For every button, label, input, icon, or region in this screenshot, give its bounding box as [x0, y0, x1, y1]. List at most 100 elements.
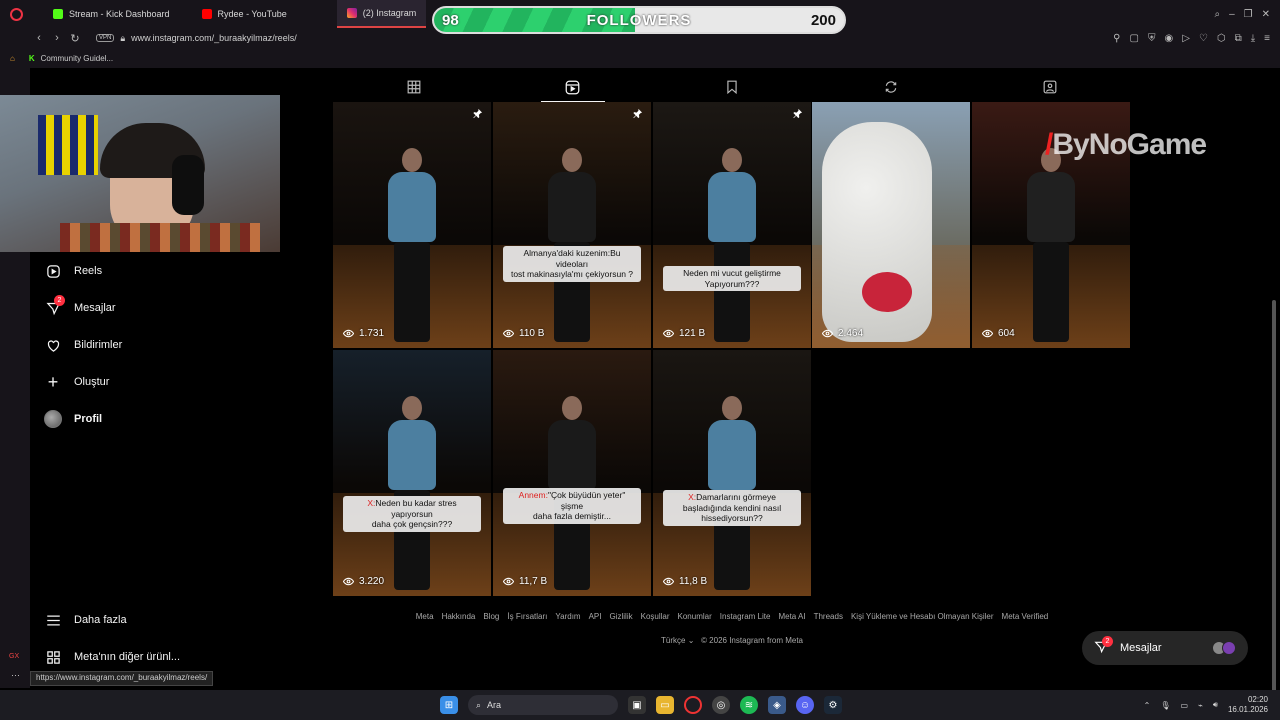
bookmark-community[interactable]: Community Guidel... [41, 54, 113, 63]
tab-reels[interactable] [493, 72, 652, 102]
sidebar-item-reels[interactable]: Reels [44, 262, 102, 280]
display-icon[interactable]: ▭ [1181, 701, 1189, 710]
sidebar-item-more[interactable]: Daha fazla [44, 611, 127, 629]
language-select[interactable]: Türkçe ⌄ [661, 636, 694, 645]
footer-link[interactable]: Meta AI [778, 612, 805, 621]
minimize-icon[interactable]: – [1229, 9, 1235, 20]
footer-link[interactable]: Meta Verified [1002, 612, 1049, 621]
steam-icon[interactable]: ⚙ [824, 696, 842, 714]
wallet-icon[interactable]: ◉ [1164, 33, 1173, 44]
footer-links: Meta Hakkında Blog İş Fırsatları Yardım API Gi… [334, 612, 1130, 621]
footer-link[interactable]: Koşullar [641, 612, 670, 621]
file-explorer-icon[interactable]: ▭ [656, 696, 674, 714]
tab-tagged[interactable] [971, 72, 1130, 102]
athlete-torso [708, 420, 756, 490]
scrollbar-thumb[interactable] [1272, 300, 1276, 720]
sidebar-item-notifications[interactable]: Bildirimler [44, 336, 122, 354]
footer-link[interactable]: Konumlar [678, 612, 712, 621]
footer-link[interactable]: Gizlilik [610, 612, 633, 621]
sidebar-item-meta-apps[interactable]: Meta'nın diğer ürünl... [44, 648, 180, 666]
sidebar-item-create[interactable]: + Oluştur [44, 371, 110, 392]
search-icon[interactable]: ⌕ [1214, 9, 1220, 20]
microphone-icon[interactable]: 🎙︎ [1160, 701, 1170, 710]
messages-bubble[interactable]: 2 Mesajlar [1082, 631, 1248, 665]
footer-link[interactable]: API [589, 612, 602, 621]
athlete-torso [1027, 172, 1075, 242]
close-icon[interactable]: ✕ [1262, 9, 1270, 20]
taskbar-search[interactable]: ⌕ Ara [468, 695, 618, 715]
cube-icon[interactable]: ⬡ [1217, 33, 1226, 44]
pin-icon[interactable]: ⚲ [1113, 33, 1120, 44]
footer-link[interactable]: Instagram Lite [720, 612, 771, 621]
reel-tile[interactable]: Almanya'daki kuzenim:Bu videoları tost m… [493, 102, 651, 348]
sidebar-item-label: Oluştur [74, 376, 110, 388]
plus-icon: + [47, 371, 59, 392]
eye-icon [503, 577, 514, 586]
athlete-figure [382, 386, 442, 596]
gx-icon[interactable]: GX [9, 653, 19, 660]
bookmark-sidebar-icon[interactable]: ⌂ [10, 54, 15, 63]
reel-tile[interactable]: 2.464 [812, 102, 970, 348]
footer-link[interactable]: Yardım [555, 612, 580, 621]
restore-icon[interactable]: ❐ [1244, 9, 1253, 20]
heart-icon[interactable]: ♡ [1199, 33, 1208, 44]
snapshot-icon[interactable]: ▢ [1130, 33, 1139, 44]
tab-youtube[interactable]: Rydee - YouTube [192, 0, 297, 28]
footer-link[interactable]: Threads [814, 612, 843, 621]
forward-icon[interactable]: › [48, 32, 66, 44]
athlete-torso [708, 172, 756, 242]
footer-link[interactable]: Meta [416, 612, 434, 621]
task-view-icon[interactable]: ▣ [628, 696, 646, 714]
tab-saved[interactable] [652, 72, 811, 102]
reel-tile[interactable]: Neden mi vucut geliştirme Yapıyorum??? 12… [653, 102, 811, 348]
pin-icon [792, 108, 803, 119]
obs-icon[interactable]: ◎ [712, 696, 730, 714]
eye-icon [822, 329, 833, 338]
reel-tile[interactable]: X:Damarlarını görmeye başladığında kendi… [653, 350, 811, 596]
footer-link[interactable]: Blog [483, 612, 499, 621]
footer-link[interactable]: Hakkında [442, 612, 476, 621]
view-count-text: 11,7 B [519, 576, 548, 587]
opera-logo-icon[interactable] [10, 7, 23, 21]
url-field[interactable]: www.instagram.com/_buraakyilmaz/reels/ [131, 33, 297, 43]
volume-icon[interactable]: 🔊︎ [1213, 700, 1218, 710]
bookmark-icon [727, 80, 737, 94]
extensions-icon[interactable]: ⧉ [1235, 33, 1242, 44]
menu-icon[interactable]: ≡ [1264, 33, 1270, 44]
sidebar-item-profile[interactable]: Profil [44, 410, 102, 428]
page-scrollbar[interactable] [1271, 70, 1277, 720]
clock[interactable]: 02:20 16.01.2026 [1228, 695, 1268, 715]
download-icon[interactable]: ⤓ [1251, 33, 1255, 44]
play-icon[interactable]: ▷ [1182, 33, 1190, 44]
windows-start-icon[interactable]: ⊞ [440, 696, 458, 714]
opera-gx-icon[interactable] [684, 696, 702, 714]
more-icon[interactable]: ··· [11, 670, 20, 680]
eye-icon [503, 329, 514, 338]
footer-link[interactable]: Kişi Yükleme ve Hesabı Olmayan Kişiler [851, 612, 994, 621]
reel-tile[interactable]: 1.731 [333, 102, 491, 348]
app-icon[interactable]: ◈ [768, 696, 786, 714]
tab-reposts[interactable] [812, 72, 971, 102]
tab-label: (2) Instagram [362, 8, 417, 18]
reel-tile[interactable]: X:Neden bu kadar stres yapıyorsun daha ç… [333, 350, 491, 596]
footer-link[interactable]: İş Fırsatları [507, 612, 547, 621]
reel-tile[interactable]: Annem:"Çok büyüdün yeter" şişme daha faz… [493, 350, 651, 596]
reload-icon[interactable]: ↻ [66, 32, 84, 45]
window-controls: ⌕ – ❐ ✕ [1214, 0, 1270, 28]
tab-instagram[interactable]: (2) Instagram [336, 0, 427, 28]
avatar [1222, 641, 1236, 655]
network-icon[interactable]: ⌁ [1198, 701, 1203, 710]
view-count: 2.464 [822, 328, 863, 339]
tab-label: Stream - Kick Dashboard [69, 9, 170, 19]
tab-posts[interactable] [334, 72, 493, 102]
taskbar-apps: ⊞ ⌕ Ara ▣ ▭ ◎ ≋ ◈ ☺ ⚙ [440, 690, 842, 720]
spotify-icon[interactable]: ≋ [740, 696, 758, 714]
chevron-up-icon[interactable]: ⌃ [1144, 701, 1151, 710]
back-icon[interactable]: ‹ [30, 32, 48, 44]
sidebar-item-messages[interactable]: 2 Mesajlar [44, 295, 116, 317]
tab-kick[interactable]: Stream - Kick Dashboard [43, 0, 180, 28]
athlete-torso [388, 172, 436, 242]
shield-icon[interactable]: ⛨ [1148, 33, 1156, 44]
discord-icon[interactable]: ☺ [796, 696, 814, 714]
vpn-badge[interactable]: VPN [96, 34, 115, 42]
